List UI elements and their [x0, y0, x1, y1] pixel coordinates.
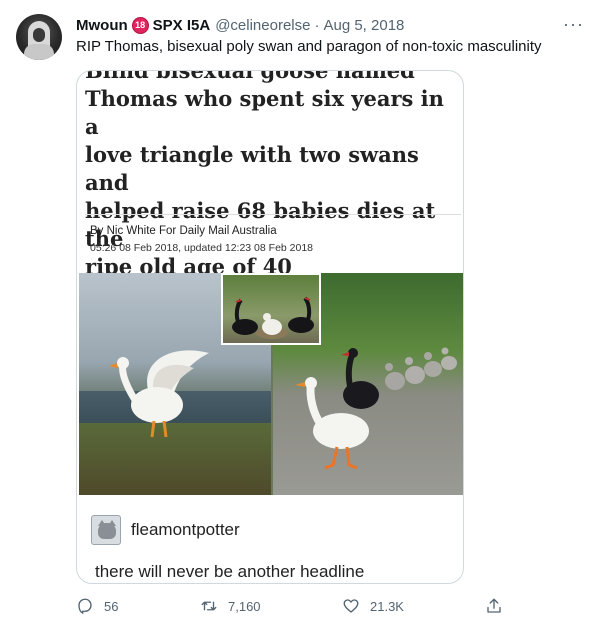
tweet-media-image[interactable]: Blind bisexual goose named Thomas who sp…: [76, 70, 464, 584]
separator-dot: ·: [314, 16, 320, 34]
display-name-suffix[interactable]: SPX I5A: [153, 17, 211, 34]
age-18-badge-icon: 18: [131, 16, 149, 34]
retweet-icon: [201, 601, 217, 611]
tumblr-caption: there will never be another headline: [95, 562, 365, 581]
heart-icon: [343, 599, 359, 613]
share-button[interactable]: [485, 597, 513, 615]
avatar-face: [33, 28, 45, 42]
tumblr-poster: fleamontpotter: [91, 515, 240, 545]
share-icon: [487, 598, 501, 613]
article-divider: [85, 214, 461, 215]
user-handle[interactable]: @celineorelse: [215, 17, 310, 34]
inset-white-goose-nest: [256, 313, 288, 339]
white-goose-wings-spread: [109, 350, 209, 438]
article-timestamp: 05:26 08 Feb 2018, updated 12:23 08 Feb …: [90, 242, 314, 254]
article-photo: [79, 273, 463, 495]
like-button[interactable]: 21.3K: [342, 597, 404, 615]
retweet-count: 7,160: [228, 598, 261, 614]
display-name[interactable]: Mwoun: [76, 17, 128, 34]
photo-inset: [221, 273, 321, 345]
inset-black-swan-right: [288, 296, 314, 333]
more-options-icon[interactable]: ···: [563, 14, 584, 35]
tweet-actions: 56 7,160 21.3K: [76, 597, 516, 617]
cygnets-group: [385, 347, 457, 390]
like-count: 21.3K: [370, 598, 404, 614]
avatar[interactable]: [16, 14, 62, 60]
article-byline: By Nic White For Daily Mail Australia: [90, 225, 277, 237]
avatar-robe: [24, 44, 54, 60]
tweet-date[interactable]: Aug 5, 2018: [323, 17, 404, 34]
retweet-button[interactable]: 7,160: [200, 597, 261, 615]
reply-icon: [78, 598, 92, 614]
reply-count: 56: [104, 598, 119, 614]
tweet-header: Mwoun 18 SPX I5A @celineorelse · Aug 5, …: [76, 15, 404, 35]
poster-avatar-icon: [91, 515, 121, 545]
poster-username: fleamontpotter: [131, 520, 240, 539]
tweet-text: RIP Thomas, bisexual poly swan and parag…: [76, 38, 542, 55]
reply-button[interactable]: 56: [76, 597, 118, 615]
white-goose-walking: [295, 377, 369, 470]
